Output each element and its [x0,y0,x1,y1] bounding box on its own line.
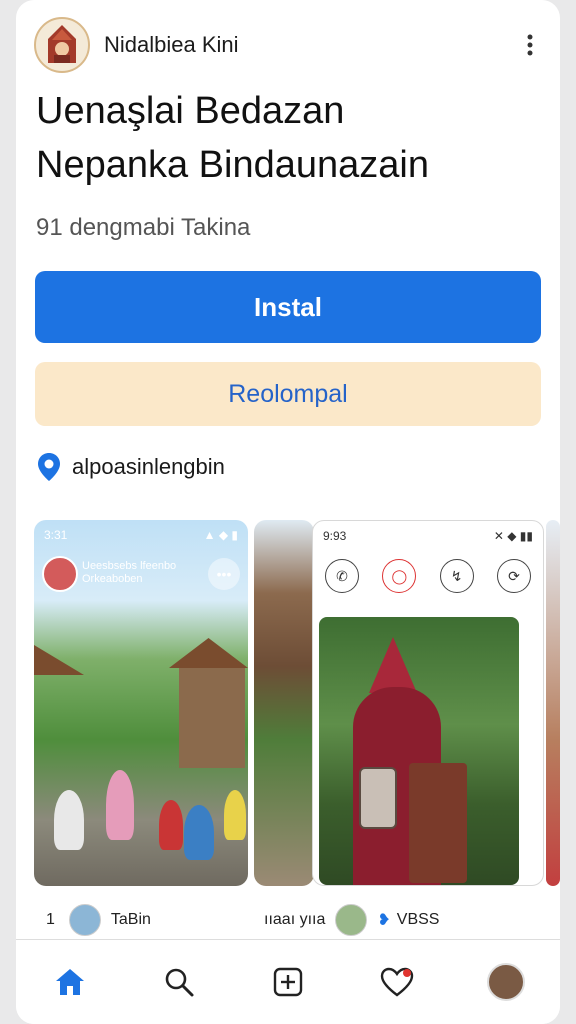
profile-avatar[interactable] [484,960,528,1004]
status-icons: ✕ ◆ ▮▮ [493,529,533,543]
title-line-2: Nepanka Bindaunazain [36,144,429,186]
caption-icon: ❥ [377,912,391,929]
heart-icon[interactable] [375,960,419,1004]
caption-avatar [68,904,101,936]
screenshot-carousel[interactable]: 3:31 ▲ ◆ ▮ Ueesbsebs lfeenbo Orkeaboben … [34,520,560,890]
status-time: 9:93 [323,529,347,543]
phone-in-hand [359,767,397,829]
screenshot-4[interactable] [546,520,560,886]
status-bar: 9:93 ✕ ◆ ▮▮ [323,529,533,543]
screenshot-1[interactable]: 3:31 ▲ ◆ ▮ Ueesbsebs lfeenbo Orkeaboben … [34,520,248,886]
hut-wall [179,668,245,768]
title-line-1: Uenaşlai Bedazan [36,90,345,132]
flip-icon[interactable]: ↯ [439,559,474,593]
story-more-icon[interactable]: ••• [208,558,240,590]
create-icon[interactable] [266,960,310,1004]
app-card: Nidalbiea Kini Uenaşlai Bedazan Nepanka … [16,0,560,1024]
caption-label: VBSS [396,911,440,928]
search-icon[interactable] [157,960,201,1004]
book [409,763,467,883]
more-options-icon[interactable] [518,25,542,65]
status-bar: 3:31 ▲ ◆ ▮ [44,528,238,542]
location-text: alpoasinlengbin [72,454,225,479]
hut-roof-left [34,645,84,675]
page-title: Uenaşlai Bedazan Nepanka Bindaunazain [36,84,540,192]
header: Nidalbiea Kini [34,16,542,74]
meta-text: 91 dengmabi Takina [36,214,251,241]
app-logo [34,17,90,73]
screenshot-2[interactable] [254,520,314,886]
villager [106,770,134,840]
story-avatar [42,556,78,592]
screenshot-3[interactable]: 9:93 ✕ ◆ ▮▮ ✆ ◯ ↯ ⟳ [312,520,544,886]
headdress [369,637,417,693]
location-row[interactable]: alpoasinlengbin [36,452,225,482]
call-controls: ✆ ◯ ↯ ⟳ [325,559,531,593]
install-button[interactable]: Instal [35,271,541,343]
hut-roof [169,638,248,668]
caption-label: ııaaı yııa [264,911,326,928]
caption-count: 1 [46,911,55,928]
caption-avatar [335,904,368,936]
caption-mid: ııaaı yııa ❥ VBSS [264,904,439,936]
record-icon[interactable]: ◯ [382,559,417,593]
app-name: Nidalbiea Kini [104,32,239,57]
villager [54,790,84,850]
status-time: 3:31 [44,528,68,542]
location-pin-icon [38,453,60,481]
caption-label: TaBin [110,911,151,928]
screenshot-captions: 1 TaBin ııaaı yııa ❥ VBSS [34,898,542,938]
caption-left: 1 TaBin [46,904,151,936]
story-text: Ueesbsebs lfeenbo Orkeaboben [82,560,177,585]
bottom-nav [16,939,560,1024]
video-photo [319,617,519,885]
villager [159,800,183,850]
home-icon[interactable] [48,960,92,1004]
rotate-icon[interactable]: ⟳ [496,559,531,593]
villager [184,805,214,860]
villager [224,790,246,840]
status-icons: ▲ ◆ ▮ [203,528,238,542]
phone-icon[interactable]: ✆ [325,559,359,593]
secondary-button[interactable]: Reolompal [35,362,541,426]
